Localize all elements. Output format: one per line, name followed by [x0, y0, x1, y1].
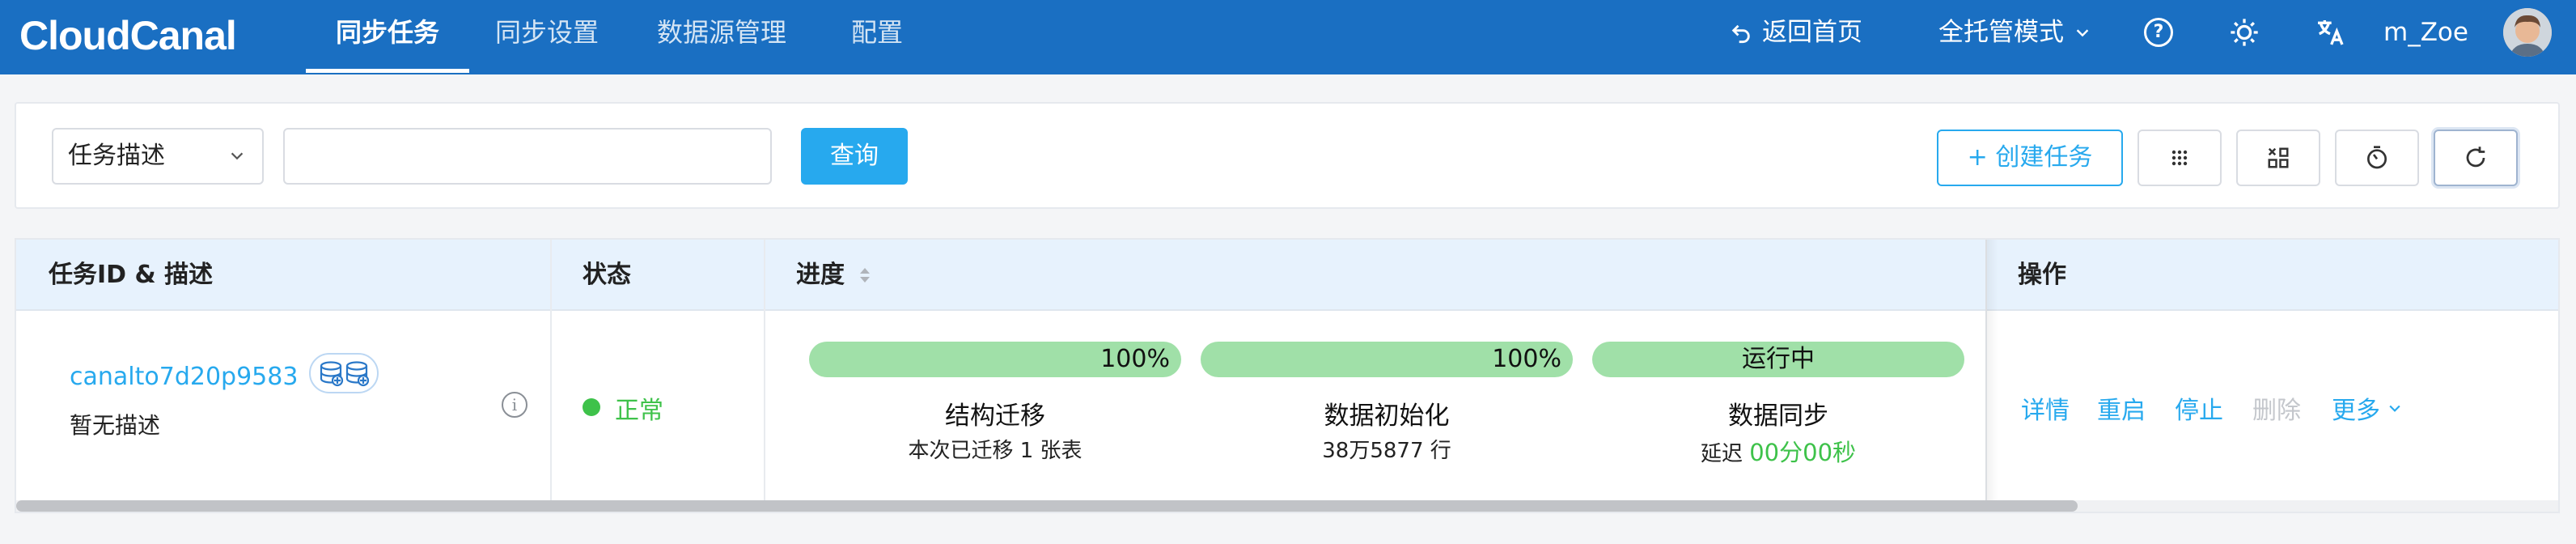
username[interactable]: m_Zoe [2383, 0, 2468, 65]
undo-arrow-icon [1731, 24, 1750, 44]
timer-icon [2367, 146, 2387, 169]
restart-link[interactable]: 重启 [2097, 390, 2146, 426]
search-field-select-value: 任务描述 [68, 142, 165, 170]
username-label: m_Zoe [2383, 18, 2468, 47]
status-text: 正常 [615, 397, 663, 425]
data-sync-progress-bar: 运行中 [1592, 342, 1964, 377]
status-dot [583, 398, 600, 416]
task-description: 暂无描述 [70, 412, 161, 439]
mode-label: 全托管模式 [1938, 18, 2064, 47]
more-actions-dropdown[interactable]: 更多 [2332, 390, 2403, 426]
create-task-button[interactable]: + 创建任务 [1937, 130, 2123, 186]
query-button[interactable]: 查询 [801, 128, 908, 185]
database-icon [309, 353, 379, 393]
search-toolbar: 任务描述 查询 + 创建任务 [15, 102, 2560, 209]
sort-icon[interactable] [859, 266, 871, 286]
column-divider [550, 240, 552, 512]
nav-item-config[interactable]: 配置 [851, 0, 903, 74]
refresh-icon [2466, 147, 2485, 168]
more-label: 更多 [2332, 397, 2380, 425]
column-header-progress[interactable]: 进度 [764, 240, 871, 311]
data-init-progress-bar: 100% [1201, 342, 1573, 377]
avatar-image [2503, 8, 2552, 57]
stage-name: 数据初始化 [1324, 402, 1450, 431]
search-field-select[interactable]: 任务描述 [52, 128, 264, 185]
column-header-task-id: 任务ID & 描述 [49, 261, 214, 289]
horizontal-scrollbar[interactable] [16, 500, 2558, 512]
layout-icon [2268, 147, 2289, 168]
nav-item-sync-settings[interactable]: 同步设置 [495, 0, 599, 74]
timer-button[interactable] [2335, 130, 2419, 186]
detail-link[interactable]: 详情 [2021, 390, 2070, 426]
nav-item-label: 同步设置 [495, 17, 600, 48]
grid-icon [2171, 150, 2188, 166]
help-button[interactable]: ? [2144, 0, 2173, 65]
sync-delay: 延迟 00分00秒 [1592, 434, 1964, 468]
task-id-link[interactable]: canalto7d20p9583 [70, 363, 298, 391]
table-header-row: 任务ID & 描述 状态 进度 操作 [16, 240, 2558, 311]
stage-name: 结构迁移 [945, 402, 1045, 431]
delete-link[interactable]: 删除 [2252, 390, 2301, 426]
translate-icon [2318, 20, 2344, 45]
logo[interactable]: CloudCanal [19, 10, 237, 62]
back-home-link[interactable]: 返回首页 [1730, 0, 1862, 65]
sun-icon [2231, 19, 2258, 46]
fixed-column-shadow [1985, 240, 1998, 512]
nav-item-label: 数据源管理 [657, 17, 787, 48]
chevron-down-icon [2389, 405, 2400, 412]
delay-value: 00分00秒 [1749, 439, 1857, 466]
help-icon: ? [2144, 18, 2173, 47]
language-button[interactable] [2314, 0, 2346, 65]
back-home-label: 返回首页 [1762, 18, 1862, 47]
chevron-down-icon [228, 130, 246, 203]
stop-link[interactable]: 停止 [2175, 390, 2223, 426]
stage-detail: 本次已迁移 1 张表 [908, 439, 1083, 463]
info-icon[interactable]: i [502, 392, 527, 418]
structure-migration-progress-bar: 100% [809, 342, 1181, 377]
task-table: 任务ID & 描述 状态 进度 操作 canalto7d20p9583 暂无描述… [15, 238, 2560, 513]
nav-item-label: 同步任务 [335, 17, 439, 48]
top-navigation-bar: CloudCanal 同步任务 同步设置 数据源管理 配置 返回首页 全托管模式… [0, 0, 2576, 74]
nav-item-sync-tasks[interactable]: 同步任务 [306, 0, 469, 74]
avatar[interactable] [2503, 8, 2552, 57]
delay-label: 延迟 [1700, 442, 1743, 466]
nav-item-datasource-management[interactable]: 数据源管理 [657, 0, 786, 74]
horizontal-scrollbar-thumb[interactable] [16, 500, 2078, 512]
layout-button[interactable] [2236, 130, 2320, 186]
chevron-down-icon [2076, 29, 2089, 37]
theme-toggle-button[interactable] [2228, 0, 2260, 65]
grid-view-button[interactable] [2137, 130, 2222, 186]
column-header-status: 状态 [583, 261, 631, 289]
active-nav-underline [306, 69, 469, 73]
column-divider [764, 240, 765, 512]
column-header-progress-label: 进度 [796, 261, 845, 289]
refresh-button[interactable] [2434, 130, 2518, 186]
mode-dropdown[interactable]: 全托管模式 [1938, 0, 2091, 65]
nav-item-label: 配置 [851, 17, 904, 48]
stage-name: 数据同步 [1728, 402, 1828, 431]
stage-detail: 38万5877 行 [1322, 439, 1451, 463]
search-input[interactable] [283, 128, 772, 185]
